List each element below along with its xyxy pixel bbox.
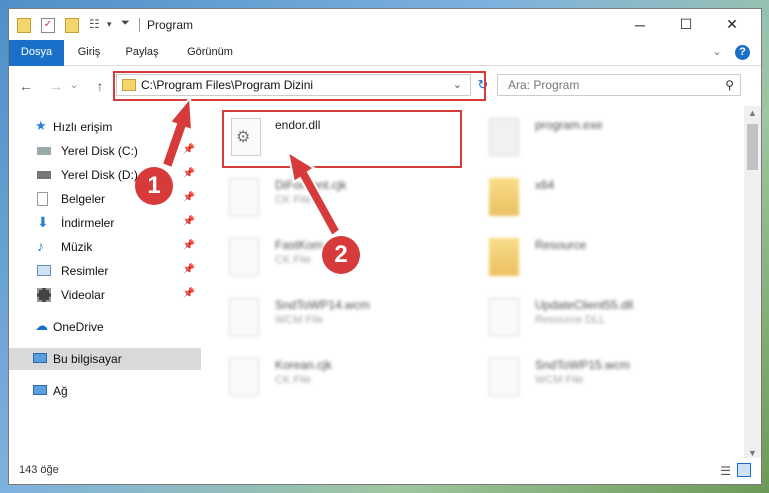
step-badge-1: 1 bbox=[135, 167, 173, 205]
annotation-arrows bbox=[160, 95, 342, 238]
arrow-1 bbox=[160, 95, 194, 170]
arrow-2 bbox=[286, 149, 342, 238]
step-badge-2: 2 bbox=[322, 236, 360, 274]
